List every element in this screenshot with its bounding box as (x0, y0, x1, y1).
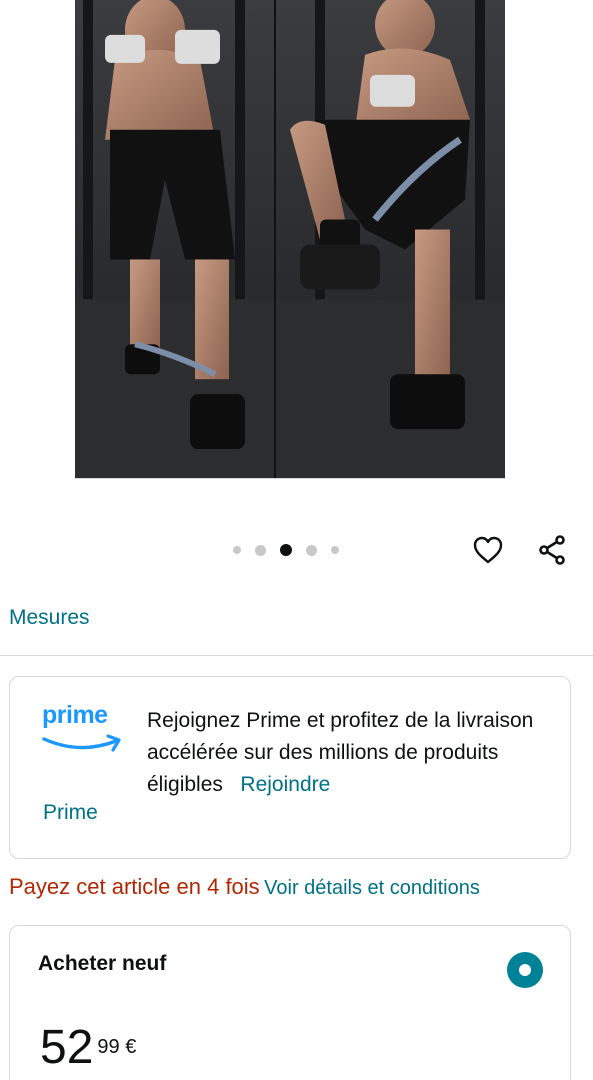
prime-logo: prime (42, 703, 128, 757)
buy-new-title: Acheter neuf (38, 952, 167, 975)
prime-smile-icon (42, 734, 121, 752)
product-image[interactable] (75, 0, 505, 479)
carousel-dot[interactable] (255, 544, 266, 556)
mesures-link[interactable]: Mesures (9, 606, 90, 630)
installments-row: Payez cet article en 4 fois Voir détails… (9, 874, 480, 900)
prime-card: prime Rejoignez Prime et profitez de la … (9, 676, 571, 859)
radio-dot-icon (519, 964, 531, 976)
prime-join-link[interactable]: Rejoindre (240, 773, 330, 796)
product-photo (75, 0, 505, 478)
installments-text: Payez cet article en 4 fois (9, 874, 260, 899)
carousel-dot[interactable] (233, 546, 241, 554)
buy-new-radio[interactable] (507, 952, 543, 988)
carousel-dot[interactable] (306, 544, 317, 556)
price-fraction: 99 € (97, 1036, 137, 1058)
carousel-dot-active[interactable] (280, 544, 292, 556)
prime-logo-text: prime (42, 701, 108, 729)
divider (0, 655, 593, 656)
installments-details-link[interactable]: Voir détails et conditions (264, 877, 480, 899)
heart-icon (473, 536, 503, 564)
price: 52 99 € (40, 1024, 136, 1072)
buy-new-card[interactable]: Acheter neuf 52 99 € (9, 925, 571, 1080)
share-button[interactable] (532, 532, 572, 568)
prime-message: Rejoignez Prime et profitez de la livrai… (147, 705, 547, 801)
prime-join-link-continued[interactable]: Prime (43, 801, 98, 825)
share-icon (539, 535, 565, 565)
carousel-dots[interactable] (233, 544, 339, 556)
prime-message-text: Rejoignez Prime et profitez de la livrai… (147, 709, 534, 796)
price-whole: 52 (40, 1021, 94, 1074)
carousel-dot[interactable] (331, 546, 339, 554)
wishlist-button[interactable] (470, 532, 506, 568)
